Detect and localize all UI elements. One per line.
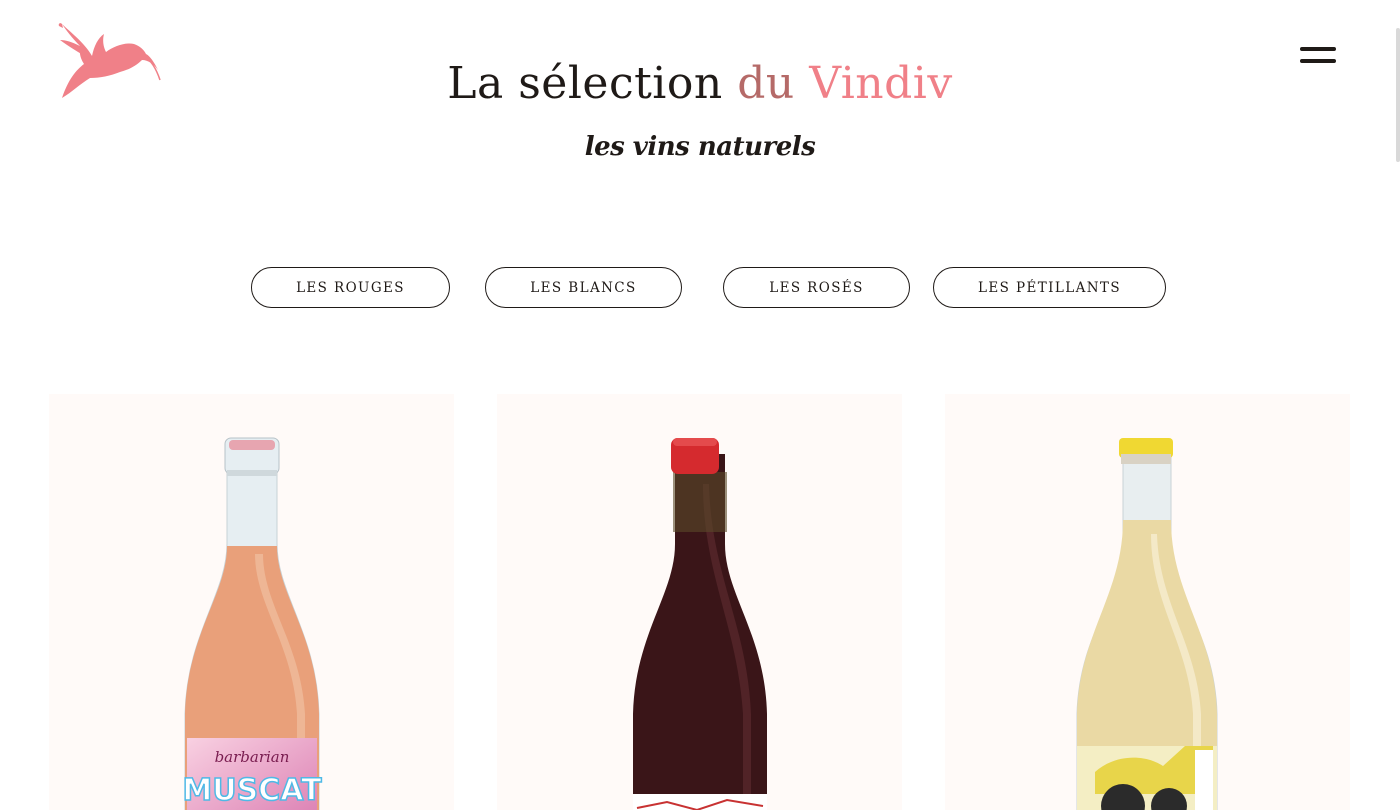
filter-rouges-button[interactable]: LES ROUGES — [251, 267, 450, 308]
wine-bottle-image — [633, 438, 767, 810]
bottle-label-text: barbarian — [215, 748, 290, 766]
filter-petillants-button[interactable]: LES PÉTILLANTS — [933, 267, 1166, 308]
page-title: La sélection du Vindiv — [0, 58, 1400, 109]
title-accent-du: du — [737, 58, 795, 109]
category-filters: LES ROUGES LES BLANCS LES ROSÉS LES PÉTI… — [0, 267, 1400, 308]
filter-blancs-button[interactable]: LES BLANCS — [485, 267, 682, 308]
wine-bottle-image — [1076, 438, 1218, 810]
title-accent-vindiv: Vindiv — [809, 58, 953, 109]
menu-line-top — [1300, 47, 1336, 51]
product-card[interactable]: barbarian MUSCAT — [49, 394, 454, 810]
bottle-label-title: MUSCAT — [182, 773, 322, 808]
product-card[interactable] — [945, 394, 1350, 810]
product-card[interactable] — [497, 394, 902, 810]
title-main: La sélection — [447, 58, 723, 109]
wine-bottle-image: barbarian MUSCAT — [182, 437, 323, 810]
page-subtitle: les vins naturels — [584, 132, 816, 162]
filter-roses-button[interactable]: LES ROSÉS — [723, 267, 910, 308]
